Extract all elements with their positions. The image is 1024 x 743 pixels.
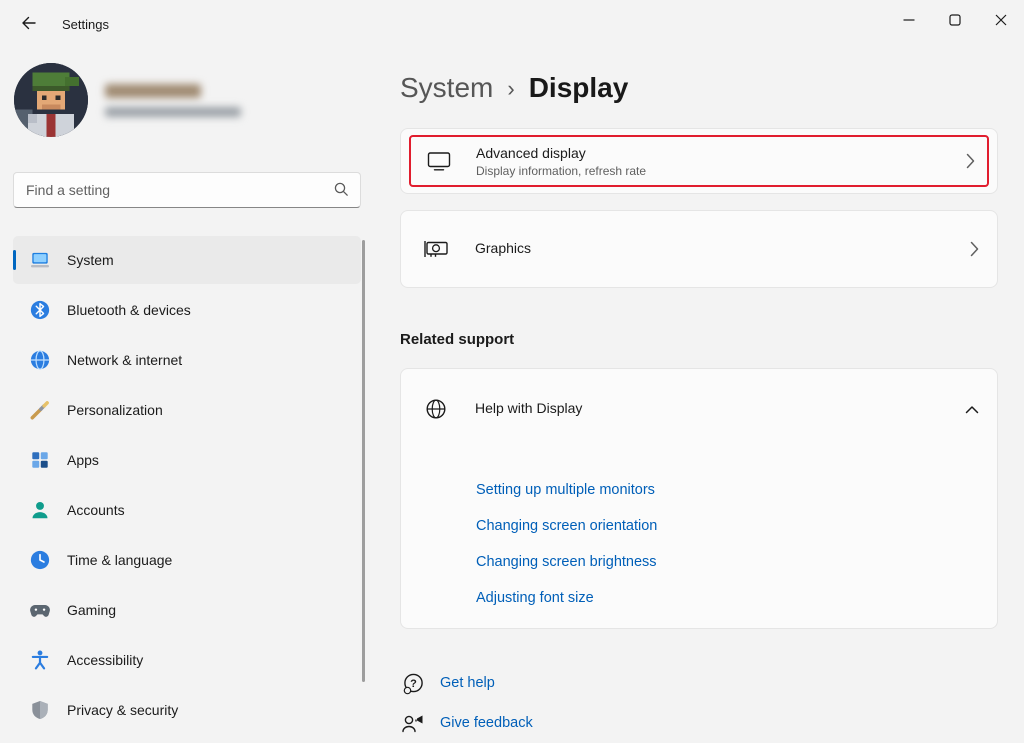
main-content: System › Display Advanced display Displa… xyxy=(400,48,998,740)
sidebar: System Bluetooth & devices Network & int… xyxy=(0,48,380,740)
help-card-title: Help with Display xyxy=(475,400,582,416)
get-help-icon: ? xyxy=(400,672,426,695)
apps-grid-icon xyxy=(29,449,51,471)
help-card: Help with Display Setting up multiple mo… xyxy=(400,368,998,629)
minimize-button[interactable] xyxy=(886,0,932,42)
settings-window: Settings xyxy=(0,0,1024,740)
avatar xyxy=(14,63,88,137)
sidebar-item-label: Network & internet xyxy=(67,352,182,368)
back-button[interactable] xyxy=(8,6,48,42)
page-title: Display xyxy=(529,67,629,109)
user-name-blurred xyxy=(105,84,201,98)
sidebar-item-label: Personalization xyxy=(67,402,163,418)
get-help-link[interactable]: Get help xyxy=(440,675,495,691)
bluetooth-icon xyxy=(29,299,51,321)
footer-links: ? Get help Give feedback xyxy=(400,663,998,743)
help-card-header[interactable]: Help with Display xyxy=(401,369,997,449)
graphics-card[interactable]: Graphics xyxy=(400,210,998,288)
back-arrow-icon xyxy=(20,15,37,34)
help-link-multiple-monitors[interactable]: Setting up multiple monitors xyxy=(476,472,997,508)
sidebar-item-system[interactable]: System xyxy=(13,236,361,284)
accessibility-person-icon xyxy=(29,649,51,671)
sidebar-nav: System Bluetooth & devices Network & int… xyxy=(13,236,361,736)
paintbrush-icon xyxy=(29,399,51,421)
sidebar-item-accounts[interactable]: Accounts xyxy=(13,486,361,534)
help-link-screen-orientation[interactable]: Changing screen orientation xyxy=(476,508,997,544)
search-box xyxy=(13,172,361,208)
card-texts: Advanced display Display information, re… xyxy=(476,145,646,178)
system-icon xyxy=(29,249,51,271)
sidebar-item-label: Bluetooth & devices xyxy=(67,302,191,318)
sidebar-item-label: Accounts xyxy=(67,502,125,518)
sidebar-item-label: Accessibility xyxy=(67,652,143,668)
advanced-display-card[interactable]: Advanced display Display information, re… xyxy=(400,128,998,194)
sidebar-item-label: System xyxy=(67,252,114,268)
breadcrumb: System › Display xyxy=(400,66,998,110)
chevron-right-icon xyxy=(966,153,975,169)
sidebar-item-label: Apps xyxy=(67,452,99,468)
window-controls xyxy=(886,0,1024,42)
chevron-right-icon xyxy=(970,241,979,257)
person-icon xyxy=(29,499,51,521)
give-feedback-row: Give feedback xyxy=(400,703,998,743)
sidebar-item-label: Gaming xyxy=(67,602,116,618)
card-texts: Graphics xyxy=(475,240,531,258)
maximize-button[interactable] xyxy=(932,0,978,42)
globe-icon xyxy=(29,349,51,371)
sidebar-item-apps[interactable]: Apps xyxy=(13,436,361,484)
sidebar-item-bluetooth-devices[interactable]: Bluetooth & devices xyxy=(13,286,361,334)
user-email-blurred xyxy=(105,107,241,117)
svg-text:?: ? xyxy=(410,678,417,690)
help-link-font-size[interactable]: Adjusting font size xyxy=(476,580,997,616)
sidebar-item-time-language[interactable]: Time & language xyxy=(13,536,361,584)
user-text xyxy=(105,84,241,117)
give-feedback-link[interactable]: Give feedback xyxy=(440,715,533,731)
minimize-icon xyxy=(903,14,915,29)
card-title: Graphics xyxy=(475,240,531,256)
sidebar-item-gaming[interactable]: Gaming xyxy=(13,586,361,634)
selected-accent-bar xyxy=(13,250,16,270)
sidebar-scrollbar[interactable] xyxy=(362,240,365,682)
help-link-screen-brightness[interactable]: Changing screen brightness xyxy=(476,544,997,580)
chevron-up-icon xyxy=(965,405,979,414)
maximize-icon xyxy=(949,14,961,29)
window-title: Settings xyxy=(62,17,109,32)
sidebar-item-accessibility[interactable]: Accessibility xyxy=(13,636,361,684)
feedback-icon xyxy=(400,712,426,735)
search-input[interactable] xyxy=(13,172,361,208)
gpu-icon xyxy=(423,238,449,260)
user-profile[interactable] xyxy=(14,63,241,137)
sidebar-item-personalization[interactable]: Personalization xyxy=(13,386,361,434)
close-button[interactable] xyxy=(978,0,1024,42)
game-controller-icon xyxy=(29,599,51,621)
titlebar: Settings xyxy=(0,0,1024,48)
clock-icon xyxy=(29,549,51,571)
shield-icon xyxy=(29,699,51,721)
help-links: Setting up multiple monitors Changing sc… xyxy=(476,472,997,616)
search-icon xyxy=(333,181,350,203)
card-subtitle: Display information, refresh rate xyxy=(476,164,646,178)
breadcrumb-parent[interactable]: System xyxy=(400,67,493,109)
sidebar-item-network-internet[interactable]: Network & internet xyxy=(13,336,361,384)
sidebar-item-label: Time & language xyxy=(67,552,172,568)
highlight-outline: Advanced display Display information, re… xyxy=(409,135,989,187)
help-globe-icon xyxy=(423,397,449,421)
get-help-row: ? Get help xyxy=(400,663,998,703)
close-icon xyxy=(995,14,1007,29)
sidebar-item-label: Privacy & security xyxy=(67,702,178,718)
monitor-icon xyxy=(426,150,452,172)
sidebar-item-privacy-security[interactable]: Privacy & security xyxy=(13,686,361,734)
card-title: Advanced display xyxy=(476,145,646,161)
card-texts: Help with Display xyxy=(475,400,582,418)
breadcrumb-separator-icon: › xyxy=(507,66,514,110)
related-support-heading: Related support xyxy=(400,330,998,350)
